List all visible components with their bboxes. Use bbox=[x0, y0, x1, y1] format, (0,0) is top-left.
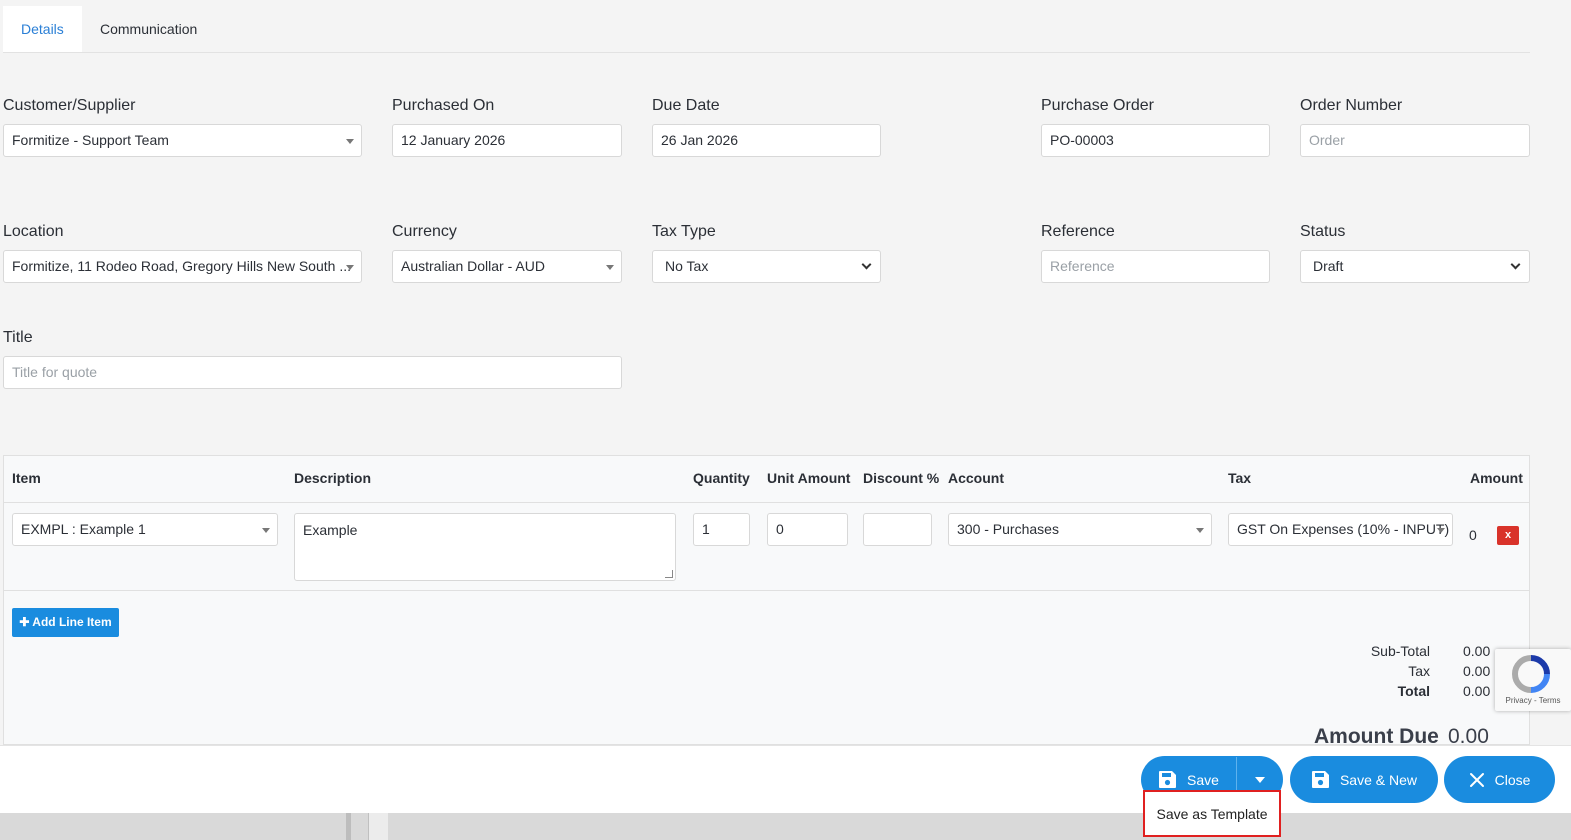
due-date-input[interactable]: 26 Jan 2026 bbox=[652, 124, 881, 157]
subtotal-label: Sub-Total bbox=[1370, 643, 1430, 659]
line-amount: 0 bbox=[1469, 527, 1477, 543]
close-button-label: Close bbox=[1494, 771, 1531, 788]
location-select-value: Formitize, 11 Rodeo Road, Gregory Hills … bbox=[12, 258, 351, 274]
tax-type-label: Tax Type bbox=[652, 223, 716, 240]
unit-amount-input[interactable]: 0 bbox=[767, 513, 848, 546]
account-select[interactable]: 300 - Purchases bbox=[948, 513, 1212, 546]
description-textarea[interactable]: Example bbox=[294, 513, 676, 581]
tab-communication[interactable]: Communication bbox=[82, 6, 215, 52]
save-and-new-label: Save & New bbox=[1339, 771, 1418, 788]
item-select[interactable]: EXMPL : Example 1 bbox=[12, 513, 278, 546]
floppy-disk-icon bbox=[1159, 771, 1177, 788]
background-strip bbox=[0, 813, 1571, 840]
title-input[interactable]: Title for quote bbox=[3, 356, 622, 389]
delete-line-button[interactable]: x bbox=[1497, 526, 1519, 545]
close-icon bbox=[1469, 772, 1484, 787]
status-label: Status bbox=[1300, 223, 1346, 240]
caret-down-icon bbox=[1255, 777, 1265, 783]
purchase-order-input[interactable]: PO-00003 bbox=[1041, 124, 1270, 157]
col-header-quantity: Quantity bbox=[693, 470, 750, 486]
table-row-divider bbox=[4, 590, 1529, 591]
customer-select-value: Formitize - Support Team bbox=[12, 132, 169, 148]
reference-label: Reference bbox=[1041, 223, 1115, 240]
add-line-item-button[interactable]: ✚ Add Line Item bbox=[12, 608, 119, 637]
purchased-on-input[interactable]: 12 January 2026 bbox=[392, 124, 622, 157]
background-panel-edge bbox=[368, 813, 388, 840]
line-items-panel bbox=[3, 455, 1530, 745]
col-header-tax: Tax bbox=[1228, 470, 1252, 486]
total-label: Total bbox=[1397, 683, 1430, 699]
col-header-discount: Discount % bbox=[863, 470, 940, 486]
close-button[interactable]: Close bbox=[1444, 756, 1555, 803]
tax-select-value: GST On Expenses (10% - INPUT) bbox=[1237, 521, 1450, 537]
purchase-order-label: Purchase Order bbox=[1041, 97, 1154, 114]
tax-select[interactable]: GST On Expenses (10% - INPUT) bbox=[1228, 513, 1453, 546]
currency-select-value: Australian Dollar - AUD bbox=[401, 258, 545, 274]
reference-input[interactable]: Reference bbox=[1041, 250, 1270, 283]
tax-total-label: Tax bbox=[1408, 663, 1430, 679]
table-header-divider bbox=[4, 502, 1529, 503]
tax-type-select-value: No Tax bbox=[665, 258, 709, 274]
floppy-disk-icon bbox=[1311, 771, 1329, 788]
caret-down-icon bbox=[1437, 528, 1445, 533]
currency-select[interactable]: Australian Dollar - AUD bbox=[392, 250, 622, 283]
tab-details[interactable]: Details bbox=[3, 6, 82, 52]
currency-label: Currency bbox=[392, 223, 457, 240]
caret-down-icon bbox=[346, 139, 354, 144]
location-select[interactable]: Formitize, 11 Rodeo Road, Gregory Hills … bbox=[3, 250, 362, 283]
tax-total-value: 0.00 bbox=[1463, 663, 1491, 679]
title-label: Title bbox=[3, 329, 33, 346]
due-date-label: Due Date bbox=[652, 97, 720, 114]
caret-down-icon bbox=[262, 528, 270, 533]
recaptcha-icon bbox=[1512, 655, 1550, 693]
status-select[interactable]: Draft bbox=[1300, 250, 1530, 283]
col-header-account: Account bbox=[948, 470, 1004, 486]
order-number-label: Order Number bbox=[1300, 97, 1403, 114]
save-button-label: Save bbox=[1187, 771, 1219, 788]
customer-select[interactable]: Formitize - Support Team bbox=[3, 124, 362, 157]
resize-handle-icon[interactable] bbox=[665, 570, 673, 578]
caret-down-icon bbox=[606, 265, 614, 270]
chevron-down-icon bbox=[1510, 259, 1521, 270]
quantity-input[interactable]: 1 bbox=[693, 513, 750, 546]
total-value: 0.00 bbox=[1463, 683, 1491, 699]
subtotal-value: 0.00 bbox=[1463, 643, 1491, 659]
description-value: Example bbox=[303, 522, 358, 538]
add-line-item-label: Add Line Item bbox=[32, 615, 112, 629]
chevron-down-icon bbox=[861, 259, 872, 270]
caret-down-icon bbox=[346, 265, 354, 270]
recaptcha-badge[interactable]: Privacy - Terms bbox=[1495, 649, 1571, 711]
account-select-value: 300 - Purchases bbox=[957, 521, 1059, 537]
status-select-value: Draft bbox=[1313, 258, 1344, 274]
item-select-value: EXMPL : Example 1 bbox=[21, 521, 146, 537]
col-header-amount: Amount bbox=[1470, 470, 1523, 486]
background-divider bbox=[346, 813, 351, 840]
save-as-template-menu-item[interactable]: Save as Template bbox=[1143, 790, 1281, 837]
save-and-new-button[interactable]: Save & New bbox=[1290, 756, 1438, 803]
col-header-item: Item bbox=[12, 470, 41, 486]
customer-label: Customer/Supplier bbox=[3, 97, 136, 114]
col-header-description: Description bbox=[294, 470, 372, 486]
col-header-unit-amount: Unit Amount bbox=[767, 470, 851, 486]
tax-type-select[interactable]: No Tax bbox=[652, 250, 881, 283]
tabs-divider bbox=[3, 52, 1530, 53]
recaptcha-links[interactable]: Privacy - Terms bbox=[1495, 696, 1571, 705]
purchased-on-label: Purchased On bbox=[392, 97, 495, 114]
location-label: Location bbox=[3, 223, 64, 240]
order-number-input[interactable]: Order bbox=[1300, 124, 1530, 157]
plus-icon: ✚ bbox=[19, 615, 30, 629]
caret-down-icon bbox=[1196, 528, 1204, 533]
discount-input[interactable] bbox=[863, 513, 932, 546]
